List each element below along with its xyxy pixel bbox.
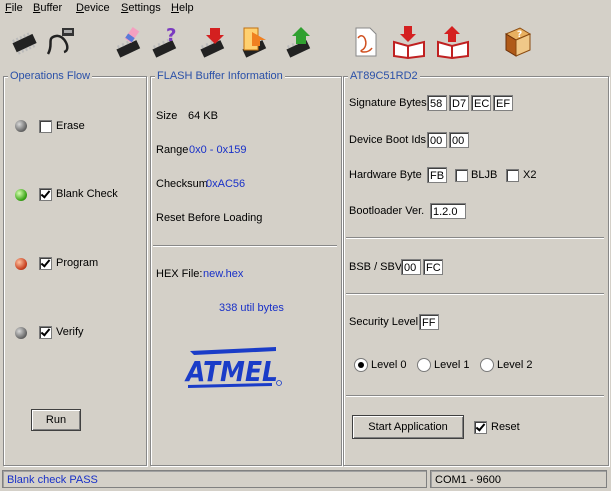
menu-settings-label: ettings: [128, 2, 161, 14]
hex-file-value: new.hex: [203, 268, 244, 280]
menu-device-accel: D: [76, 2, 84, 14]
sbv-field[interactable]: FC: [423, 259, 443, 275]
menu-help-accel: H: [171, 2, 179, 14]
hardware-byte-field: FB: [427, 167, 447, 183]
load-hex-document-icon[interactable]: [350, 24, 384, 60]
blank-check-chip-icon[interactable]: ?: [148, 24, 182, 60]
blank-check-label: Blank Check: [56, 188, 118, 200]
program-chip-icon[interactable]: [196, 24, 230, 60]
security-level-field: FF: [419, 314, 439, 330]
boot-id-1: 00: [427, 132, 447, 148]
size-label: Size: [156, 110, 178, 122]
level-2-radio[interactable]: [480, 358, 494, 372]
program-checkbox[interactable]: [39, 257, 52, 270]
save-books-red-arrow-icon[interactable]: [436, 24, 470, 60]
level-2-label: Level 2: [497, 359, 533, 371]
signature-byte-2: D7: [449, 95, 469, 111]
x2-checkbox[interactable]: [506, 169, 519, 182]
range-label: Range: [156, 144, 189, 156]
level-1-label: Level 1: [434, 359, 470, 371]
bljb-label: BLJB: [471, 169, 498, 181]
read-chip-icon[interactable]: [238, 24, 272, 60]
operations-flow-title: Operations Flow: [8, 70, 93, 82]
verify-label: Verify: [56, 326, 84, 338]
erase-chip-icon[interactable]: [112, 24, 146, 60]
device-separator-3: [346, 395, 604, 397]
menu-device[interactable]: Device: [76, 2, 110, 14]
menu-file-accel: F: [5, 2, 12, 14]
bootloader-version-field: 1.2.0: [430, 203, 466, 219]
checksum-label: Checksum: [156, 178, 208, 190]
security-level-label: Security Level: [349, 316, 419, 328]
signature-bytes-label: Signature Bytes: [349, 97, 427, 109]
bsb-field[interactable]: 00: [401, 259, 421, 275]
atmel-logo: ATMEL: [184, 343, 284, 389]
bootloader-version-label: Bootloader Ver.: [349, 205, 425, 217]
svg-text:?: ?: [166, 25, 176, 46]
menu-settings[interactable]: Settings: [121, 2, 161, 14]
reset-before-loading-label: Reset Before Loading: [156, 212, 263, 224]
erase-status-led: [15, 120, 27, 132]
svg-text:ATMEL: ATMEL: [184, 355, 278, 388]
hex-file-label: HEX File:: [156, 268, 203, 280]
boot-ids-label: Device Boot Ids: [349, 134, 427, 146]
bsb-sbv-label: BSB / SBV: [349, 261, 403, 273]
reset-label: Reset: [491, 421, 520, 433]
program-status-led: [15, 258, 27, 270]
device-title: AT89C51RD2: [348, 70, 420, 82]
erase-checkbox[interactable]: [39, 120, 52, 133]
device-separator-2: [346, 293, 604, 295]
menu-help[interactable]: Help: [171, 2, 194, 14]
device-group: AT89C51RD2 Signature Bytes 58 D7 EC EF D…: [343, 70, 609, 466]
size-value: 64 KB: [188, 110, 218, 122]
menu-buffer-label: uffer: [40, 2, 63, 14]
x2-label: X2: [523, 169, 537, 181]
svg-text:?: ?: [517, 30, 522, 40]
menu-file[interactable]: File: [5, 2, 23, 14]
operations-flow-group: Operations Flow Erase Blank Check Progra…: [3, 70, 147, 466]
level-0-label: Level 0: [371, 359, 407, 371]
status-message: Blank check PASS: [2, 470, 427, 488]
level-0-radio[interactable]: [354, 358, 368, 372]
program-label: Program: [56, 257, 99, 269]
blank-check-checkbox[interactable]: [39, 188, 52, 201]
help-book-icon[interactable]: ?: [500, 24, 534, 60]
save-hex-books-icon[interactable]: [392, 24, 426, 60]
menu-file-label: ile: [11, 2, 23, 14]
level-1-radio[interactable]: [417, 358, 431, 372]
menu-buffer[interactable]: Buffer: [33, 2, 62, 14]
verify-checkbox[interactable]: [39, 326, 52, 339]
signature-byte-4: EF: [493, 95, 513, 111]
start-application-button[interactable]: Start Application: [352, 415, 464, 439]
flash-buffer-group: FLASH Buffer Information Size 64 KB Rang…: [150, 70, 342, 466]
select-device-chip-icon[interactable]: [8, 24, 42, 60]
boot-id-2: 00: [449, 132, 469, 148]
menu-help-label: elp: [178, 2, 194, 14]
toolbar: ? ?: [0, 18, 611, 66]
signature-byte-1: 58: [427, 95, 447, 111]
device-separator-1: [346, 237, 604, 239]
run-button[interactable]: Run: [31, 409, 81, 431]
usb-cable-icon[interactable]: [44, 24, 78, 60]
menu-bar: File Buffer Device Settings Help: [0, 0, 611, 17]
hardware-byte-label: Hardware Byte: [349, 169, 422, 181]
checksum-value: 0xAC56: [206, 178, 246, 190]
flash-buffer-title: FLASH Buffer Information: [155, 70, 285, 82]
signature-byte-3: EC: [471, 95, 491, 111]
verify-chip-icon[interactable]: [282, 24, 316, 60]
reset-checkbox[interactable]: [474, 421, 487, 434]
flash-separator: [153, 245, 337, 247]
status-port: COM1 - 9600: [430, 470, 607, 488]
menu-device-label: evice: [83, 2, 110, 14]
bljb-checkbox[interactable]: [455, 169, 468, 182]
util-bytes: 338 util bytes: [219, 302, 284, 314]
range-value: 0x0 - 0x159: [189, 144, 247, 156]
blank-check-status-led: [15, 189, 27, 201]
erase-label: Erase: [56, 120, 85, 132]
verify-status-led: [15, 327, 27, 339]
